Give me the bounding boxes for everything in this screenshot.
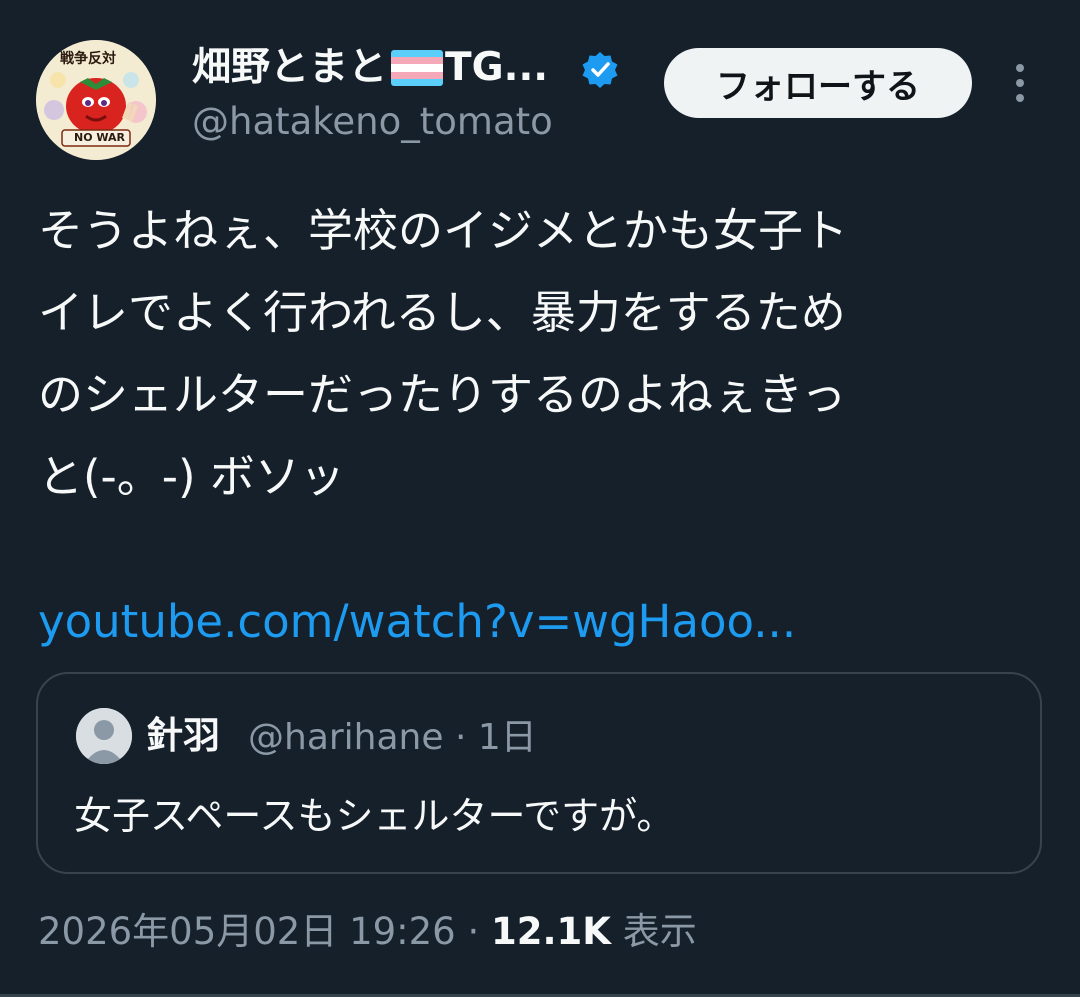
author-name-text: 畑野とまと bbox=[192, 45, 388, 90]
transgender-flag-icon bbox=[391, 50, 444, 86]
tweet-link[interactable]: youtube.com/watch?v=wgHaoo... bbox=[38, 584, 796, 660]
tweet-timestamp[interactable]: 2026年05月02日 19:26 bbox=[38, 910, 456, 953]
author-display-name[interactable]: 畑野とまと TG... bbox=[192, 38, 548, 98]
avatar-badge-top: 戦争反対 bbox=[60, 51, 116, 67]
quoted-author-name: 針羽 bbox=[146, 714, 220, 757]
tweet-meta: 2026年05月02日 19:26 · 12.1K 表示 bbox=[38, 902, 697, 962]
follow-button[interactable]: フォローする bbox=[664, 48, 972, 118]
dot bbox=[1016, 64, 1024, 72]
tweet-line: のシェルターだったりするのよねぇきっ bbox=[38, 368, 847, 421]
verified-badge-icon bbox=[582, 52, 618, 88]
quoted-author-handle: @harihane bbox=[248, 717, 444, 758]
tweet-line: そうよねぇ、学校のイジメとかも女子ト bbox=[38, 204, 849, 257]
default-user-icon bbox=[76, 708, 132, 764]
quoted-time: · 1日 bbox=[454, 717, 537, 758]
quoted-author-avatar[interactable] bbox=[76, 708, 132, 764]
tweet-text: そうよねぇ、学校のイジメとかも女子ト イレでよく行われるし、暴力をするため のシ… bbox=[38, 190, 1038, 518]
author-avatar[interactable]: 戦争反対 NO WAR bbox=[36, 40, 156, 160]
tweet-line: イレでよく行われるし、暴力をするため bbox=[38, 286, 846, 339]
dot bbox=[1016, 79, 1024, 87]
avatar-badge-bottom: NO WAR bbox=[74, 131, 126, 144]
author-handle[interactable]: @hatakeno_tomato bbox=[192, 96, 553, 148]
quoted-tweet-card[interactable]: 針羽 @harihane · 1日 女子スペースもシェルターですが。 bbox=[36, 672, 1042, 874]
quoted-author-handle-and-time: @harihane · 1日 bbox=[248, 712, 537, 764]
tweet-page: 戦争反対 NO WAR 畑野とまと TG... @hatakeno_tomato… bbox=[0, 0, 1080, 997]
view-label: 表示 bbox=[622, 910, 697, 953]
dot bbox=[1016, 94, 1024, 102]
more-options-icon[interactable] bbox=[1000, 58, 1040, 108]
meta-separator: · bbox=[467, 910, 480, 953]
author-name-suffix: TG... bbox=[445, 45, 549, 90]
tweet-line: と(-。-) ボソッ bbox=[38, 450, 345, 503]
quoted-tweet-text: 女子スペースもシェルターですが。 bbox=[74, 794, 675, 838]
view-count: 12.1K bbox=[491, 910, 611, 953]
